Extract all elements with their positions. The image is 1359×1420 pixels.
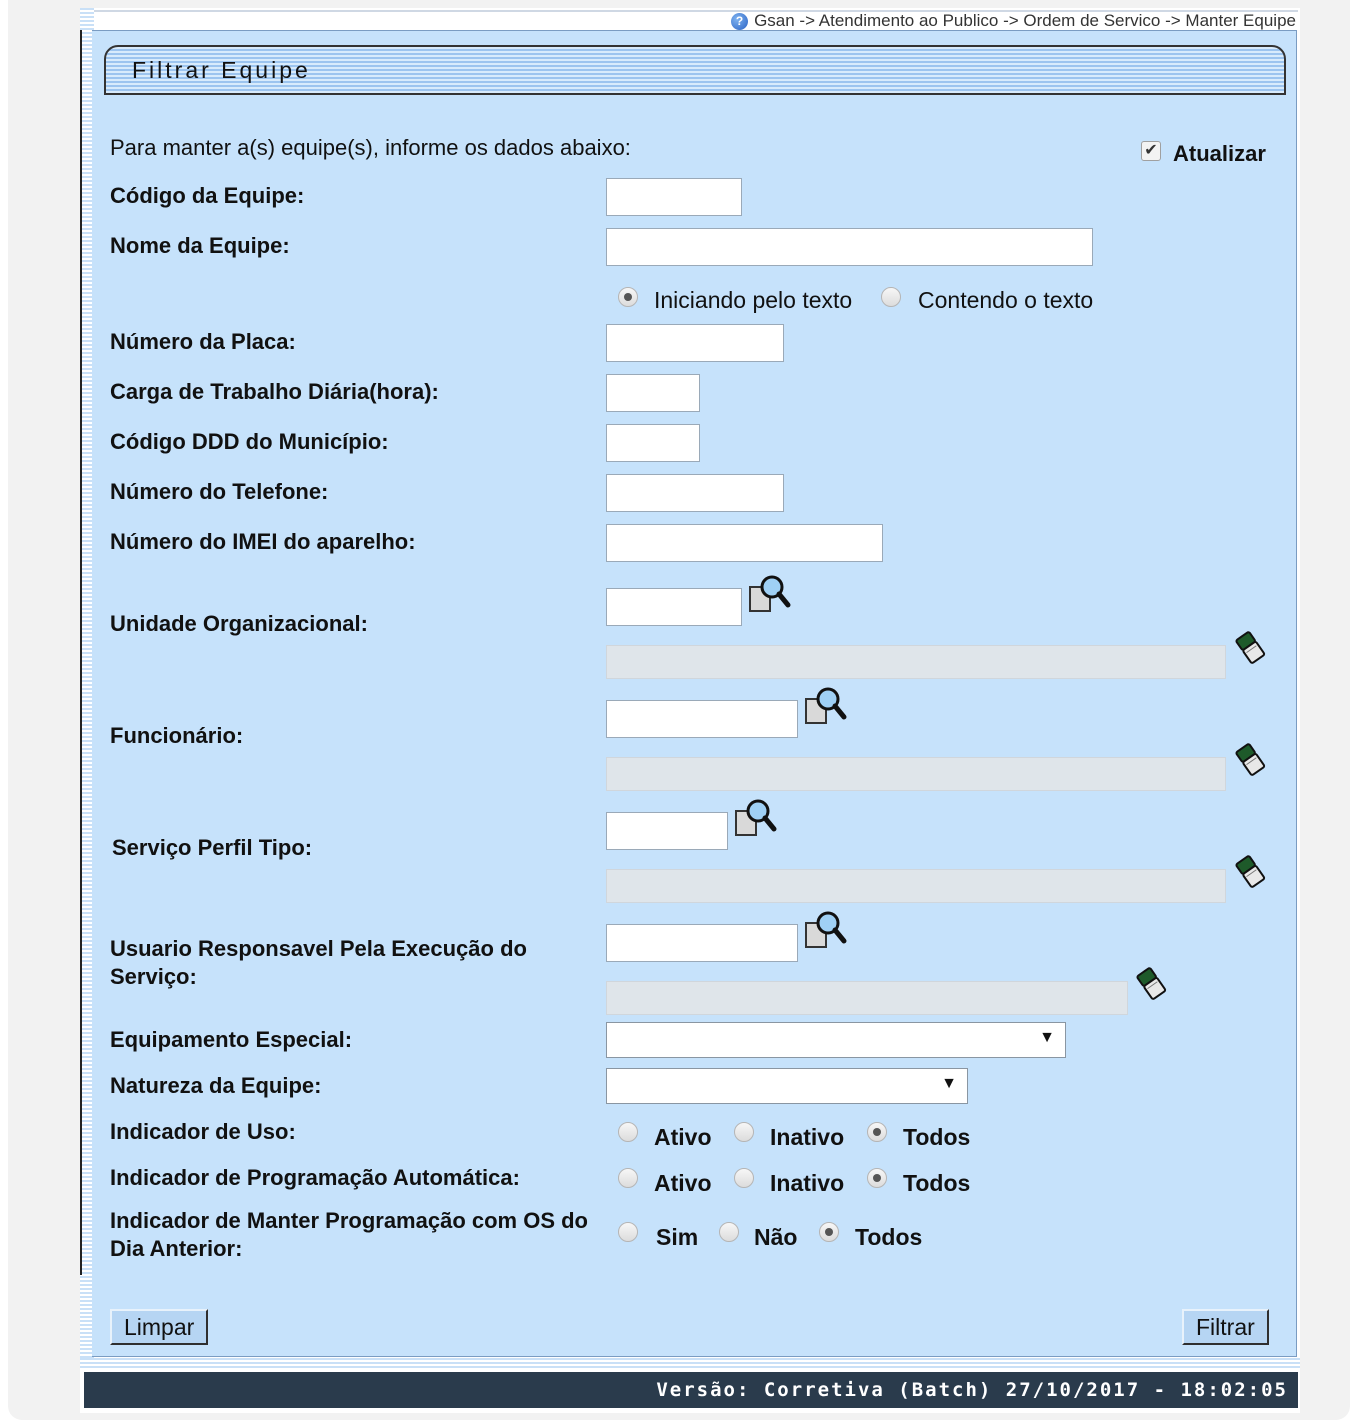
servico-perfil-tipo-input[interactable] <box>606 812 728 850</box>
programacao-inativo-radio[interactable] <box>734 1168 754 1188</box>
nome-equipe-input[interactable] <box>606 228 1093 266</box>
radio-contendo-label: Contendo o texto <box>918 287 1094 313</box>
indicador-programacao-label: Indicador de Programação Automática: <box>110 1165 520 1190</box>
unidade-organizacional-input[interactable] <box>606 588 742 626</box>
servico-perfil-lookup-icon[interactable] <box>734 797 780 841</box>
left-rule <box>80 30 82 1275</box>
page: ? Gsan -> Atendimento ao Publico -> Orde… <box>80 8 1300 1413</box>
breadcrumb-text: Gsan -> Atendimento ao Publico -> Ordem … <box>754 11 1296 30</box>
unidade-organizacional-label: Unidade Organizacional: <box>110 611 368 636</box>
atualizar-label: Atualizar <box>1173 141 1266 166</box>
numero-imei-label: Número do IMEI do aparelho: <box>110 529 416 554</box>
footer-stripes <box>80 1358 1300 1370</box>
manter-todos-label: Todos <box>855 1224 923 1250</box>
limpar-button[interactable]: Limpar <box>110 1309 209 1345</box>
panel-header: Filtrar Equipe <box>104 45 1286 95</box>
programacao-todos-label: Todos <box>903 1170 971 1196</box>
numero-telefone-label: Número do Telefone: <box>110 479 329 504</box>
natureza-equipe-label: Natureza da Equipe: <box>110 1073 322 1098</box>
programacao-todos-radio[interactable] <box>867 1168 887 1188</box>
uso-ativo-label: Ativo <box>654 1124 712 1150</box>
panel-title: Filtrar Equipe <box>132 57 311 83</box>
uso-inativo-label: Inativo <box>770 1124 845 1150</box>
funcionario-input[interactable] <box>606 700 798 738</box>
unidade-eraser-icon[interactable] <box>1232 629 1272 671</box>
servico-perfil-eraser-icon[interactable] <box>1232 853 1272 895</box>
filter-panel: Filtrar Equipe Para manter a(s) equipe(s… <box>92 30 1297 1357</box>
usuario-responsavel-input[interactable] <box>606 924 798 962</box>
intro-text: Para manter a(s) equipe(s), informe os d… <box>110 135 631 160</box>
atualizar-checkbox[interactable]: ✔ <box>1141 141 1161 161</box>
manter-todos-radio[interactable] <box>819 1222 839 1242</box>
radio-iniciando[interactable] <box>618 287 638 307</box>
numero-placa-input[interactable] <box>606 324 784 362</box>
codigo-equipe-input[interactable] <box>606 178 742 216</box>
funcionario-description <box>606 757 1226 791</box>
natureza-equipe-select[interactable]: ▼ <box>606 1068 968 1104</box>
usuario-responsavel-lookup-icon[interactable] <box>804 909 850 953</box>
nome-equipe-label: Nome da Equipe: <box>110 233 290 258</box>
help-icon[interactable]: ? <box>731 12 749 30</box>
unidade-lookup-icon[interactable] <box>748 573 794 617</box>
manter-nao-label: Não <box>754 1224 798 1250</box>
carga-trabalho-input[interactable] <box>606 374 700 412</box>
uso-todos-label: Todos <box>903 1124 971 1150</box>
servico-perfil-tipo-label: Serviço Perfil Tipo: <box>112 835 313 860</box>
uso-todos-radio[interactable] <box>867 1122 887 1142</box>
unidade-organizacional-description <box>606 645 1226 679</box>
codigo-ddd-input[interactable] <box>606 424 700 462</box>
numero-imei-input[interactable] <box>606 524 883 562</box>
equipamento-especial-label: Equipamento Especial: <box>110 1027 353 1052</box>
version-footer: Versão: Corretiva (Batch) 27/10/2017 - 1… <box>84 1372 1298 1408</box>
radio-iniciando-label: Iniciando pelo texto <box>654 287 853 313</box>
manter-nao-radio[interactable] <box>719 1222 739 1242</box>
programacao-inativo-label: Inativo <box>770 1170 845 1196</box>
chevron-down-icon: ▼ <box>941 1075 957 1092</box>
radio-contendo[interactable] <box>881 287 901 307</box>
funcionario-label: Funcionário: <box>110 723 244 748</box>
manter-sim-radio[interactable] <box>618 1222 638 1242</box>
breadcrumb: ? Gsan -> Atendimento ao Publico -> Orde… <box>731 11 1296 31</box>
funcionario-lookup-icon[interactable] <box>804 685 850 729</box>
indicador-uso-label: Indicador de Uso: <box>110 1119 296 1144</box>
filtrar-button[interactable]: Filtrar <box>1182 1309 1269 1345</box>
codigo-ddd-label: Código DDD do Município: <box>110 429 389 454</box>
codigo-equipe-label: Código da Equipe: <box>110 183 305 208</box>
usuario-responsavel-eraser-icon[interactable] <box>1133 965 1173 1007</box>
programacao-ativo-label: Ativo <box>654 1170 712 1196</box>
manter-sim-label: Sim <box>656 1224 699 1250</box>
usuario-responsavel-label: Usuario Responsavel Pela Execução do Ser… <box>110 936 527 989</box>
uso-ativo-radio[interactable] <box>618 1122 638 1142</box>
indicador-manter-label: Indicador de Manter Programação com OS d… <box>110 1208 588 1261</box>
uso-inativo-radio[interactable] <box>734 1122 754 1142</box>
funcionario-eraser-icon[interactable] <box>1232 741 1272 783</box>
chevron-down-icon: ▼ <box>1039 1029 1055 1046</box>
programacao-ativo-radio[interactable] <box>618 1168 638 1188</box>
servico-perfil-tipo-description <box>606 869 1226 903</box>
usuario-responsavel-description <box>606 981 1128 1015</box>
carga-trabalho-label: Carga de Trabalho Diária(hora): <box>110 379 439 404</box>
numero-placa-label: Número da Placa: <box>110 329 296 354</box>
numero-telefone-input[interactable] <box>606 474 784 512</box>
equipamento-especial-select[interactable]: ▼ <box>606 1022 1066 1058</box>
